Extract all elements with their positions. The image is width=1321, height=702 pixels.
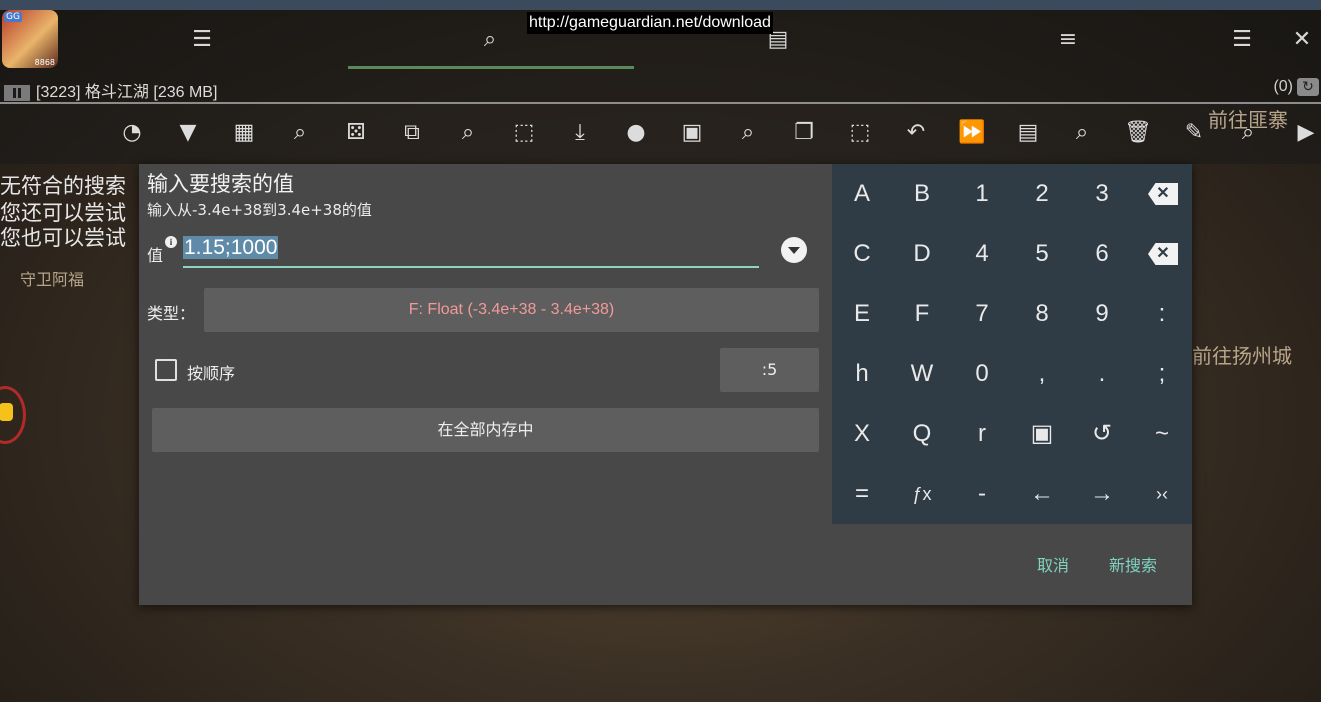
key-0[interactable]: 0	[952, 344, 1012, 404]
refresh-box-icon[interactable]: ⧉	[398, 118, 426, 148]
record-icon[interactable]: ●	[622, 118, 650, 148]
key-colon[interactable]: :	[1132, 284, 1192, 344]
key-c[interactable]: C	[832, 224, 892, 284]
filter-icon[interactable]: ▼	[174, 118, 202, 148]
key-e[interactable]: E	[832, 284, 892, 344]
play-icon[interactable]: ▶	[1292, 118, 1320, 148]
history-dropdown-icon[interactable]	[781, 237, 807, 263]
search-question-icon[interactable]: ⌕	[1068, 118, 1096, 148]
sliders-icon[interactable]: ☰	[188, 26, 216, 54]
ordered-label[interactable]: 按顺序	[187, 360, 235, 384]
copy-icon[interactable]: ❐	[790, 118, 818, 148]
pause-icon[interactable]	[4, 84, 30, 101]
process-label: [3223] 格斗江湖 [236 MB]	[36, 84, 218, 101]
key-5[interactable]: 5	[1012, 224, 1072, 284]
coin-icon	[0, 403, 13, 421]
fast-forward-icon[interactable]: ⏩	[958, 118, 986, 148]
function-icon[interactable]: ƒx	[892, 464, 952, 524]
step-button[interactable]: :5	[720, 348, 819, 392]
key-comma[interactable]: ,	[1012, 344, 1072, 404]
app-icon[interactable]: GG 8868	[2, 10, 58, 68]
arrow-left-icon[interactable]: ←	[1012, 464, 1072, 524]
menu-icon[interactable]: ☰	[1228, 26, 1256, 54]
key-1[interactable]: 1	[952, 164, 1012, 224]
key-tilde[interactable]: ~	[1132, 404, 1192, 464]
key-h[interactable]: h	[832, 344, 892, 404]
key-8[interactable]: 8	[1012, 284, 1072, 344]
key-4[interactable]: 4	[952, 224, 1012, 284]
select-area-icon[interactable]: ⬚	[510, 118, 538, 148]
dialog-subtitle: 输入从-3.4e+38到3.4e+38的值	[147, 201, 372, 219]
search-check-icon[interactable]: ⌕	[454, 118, 482, 148]
download-url[interactable]: http://gameguardian.net/download	[527, 12, 773, 34]
cancel-button[interactable]: 取消	[1037, 552, 1069, 576]
list-icon[interactable]: ≡	[1054, 26, 1082, 54]
key-d[interactable]: D	[892, 224, 952, 284]
key-7[interactable]: 7	[952, 284, 1012, 344]
background-message-3: 您也可以尝试	[0, 226, 126, 250]
key-w[interactable]: W	[892, 344, 952, 404]
key-f[interactable]: F	[892, 284, 952, 344]
key-semicolon[interactable]: ;	[1132, 344, 1192, 404]
key-q[interactable]: Q	[892, 404, 952, 464]
key-r[interactable]: r	[952, 404, 1012, 464]
undo-icon[interactable]: ↶	[902, 118, 930, 148]
clear-key[interactable]: ✕	[1132, 224, 1192, 284]
key-a[interactable]: A	[832, 164, 892, 224]
edit-icon[interactable]: ✎	[1180, 118, 1208, 148]
key-2[interactable]: 2	[1012, 164, 1072, 224]
key-equals[interactable]: =	[832, 464, 892, 524]
delete-icon[interactable]: 🗑	[1124, 118, 1152, 148]
refresh-icon[interactable]: ↻	[1297, 78, 1319, 96]
app-icon-number: 8868	[34, 58, 55, 67]
npc-label: 守卫阿福	[20, 270, 85, 289]
backspace-icon: ✕	[1148, 183, 1178, 205]
ordered-checkbox[interactable]	[155, 359, 177, 381]
select-icon[interactable]: ▣	[1012, 404, 1072, 464]
type-label: 类型：	[147, 304, 196, 323]
app-icon-tag: GG	[4, 12, 22, 22]
key-minus[interactable]: -	[952, 464, 1012, 524]
key-9[interactable]: 9	[1072, 284, 1132, 344]
new-search-button[interactable]: 新搜索	[1109, 552, 1157, 576]
progress-bar	[348, 66, 634, 69]
arrow-right-icon[interactable]: →	[1072, 464, 1132, 524]
floating-button[interactable]	[0, 386, 26, 444]
type-select[interactable]: F: Float (-3.4e+38 - 3.4e+38)	[204, 288, 819, 332]
key-dot[interactable]: .	[1072, 344, 1132, 404]
calculator-icon[interactable]: ▦	[230, 118, 258, 148]
key-x[interactable]: X	[832, 404, 892, 464]
process-status[interactable]: [3223] 格斗江湖 [236 MB]	[4, 78, 217, 102]
dialog-title: 输入要搜索的值	[147, 172, 294, 196]
key-3[interactable]: 3	[1072, 164, 1132, 224]
npc-label: 前往匪寨	[1208, 108, 1288, 132]
select-all-icon[interactable]: ⬚	[846, 118, 874, 148]
search-fuzzy-icon[interactable]: ⌕	[286, 118, 314, 148]
backspace-key[interactable]: ✕	[1132, 164, 1192, 224]
search-value-text: 1.15;1000	[183, 236, 279, 259]
search-value-input[interactable]: 1.15;1000	[183, 236, 759, 268]
close-icon[interactable]: ✕	[1288, 26, 1316, 54]
search-hash-icon[interactable]: ⌕	[734, 118, 762, 148]
memory-region-button[interactable]: 在全部内存中	[152, 408, 819, 452]
history-icon[interactable]: ↺	[1072, 404, 1132, 464]
key-6[interactable]: 6	[1072, 224, 1132, 284]
clear-icon: ✕	[1148, 243, 1178, 265]
dice-icon[interactable]: ⚄	[342, 118, 370, 148]
npc-label: 前往扬州城	[1192, 344, 1292, 368]
collapse-icon[interactable]: ›‹	[1132, 464, 1192, 524]
value-label: 值	[147, 246, 164, 265]
chip-icon[interactable]: ▣	[678, 118, 706, 148]
keyboard: A B 1 2 3 ✕ C D 4 5 6 ✕ E F 7 8 9 : h W …	[832, 164, 1192, 524]
search-icon[interactable]: ⌕	[476, 26, 504, 54]
key-b[interactable]: B	[892, 164, 952, 224]
background-message-1: 无符合的搜索	[0, 174, 126, 198]
download-icon[interactable]: ⤓	[566, 118, 594, 148]
results-counter: (0)	[1273, 78, 1293, 95]
speed-icon[interactable]: ◔	[118, 118, 146, 148]
save-icon[interactable]: ▤	[1014, 118, 1042, 148]
info-icon[interactable]: i	[165, 236, 177, 248]
status-strip	[0, 0, 1321, 10]
